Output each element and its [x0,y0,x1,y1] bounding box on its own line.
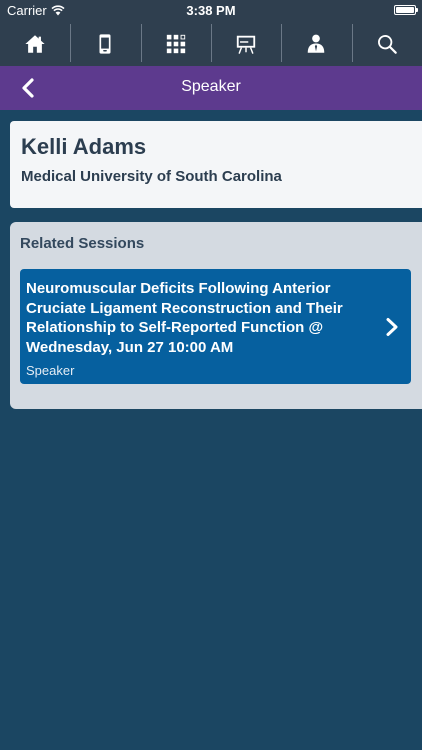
speaker-card: Kelli Adams Medical University of South … [10,121,422,208]
session-role: Speaker [26,363,75,378]
nav-bar: Speaker [0,66,422,110]
home-icon [25,35,45,53]
presentation-button[interactable] [210,22,281,66]
back-button[interactable] [14,74,42,102]
status-bar: Carrier 3:38 PM [0,0,422,22]
status-time: 3:38 PM [186,3,236,18]
session-title: Neuromuscular Deficits Following Anterio… [26,280,343,356]
presentation-easel-icon [236,35,256,54]
page-title: Speaker [181,78,241,95]
mobile-button[interactable] [70,22,140,66]
toolbar [0,22,422,66]
home-button[interactable] [0,22,70,66]
grid-button[interactable] [140,22,211,66]
related-sessions-card: Related Sessions Neuromuscular Deficits … [10,222,422,409]
person-icon [308,34,325,53]
search-button[interactable] [351,22,422,66]
chevron-right-icon [386,318,398,336]
mobile-device-icon [99,34,111,54]
battery-icon [394,5,418,15]
speaker-button[interactable] [281,22,351,66]
grid-icon [166,34,185,54]
speaker-organization: Medical University of South Carolina [21,168,282,185]
speaker-name: Kelli Adams [21,134,147,159]
search-icon [377,35,397,54]
session-list-item[interactable]: Neuromuscular Deficits Following Anterio… [20,269,411,384]
related-sessions-heading: Related Sessions [20,235,145,252]
battery-level [396,7,414,13]
chevron-left-icon [22,78,34,98]
